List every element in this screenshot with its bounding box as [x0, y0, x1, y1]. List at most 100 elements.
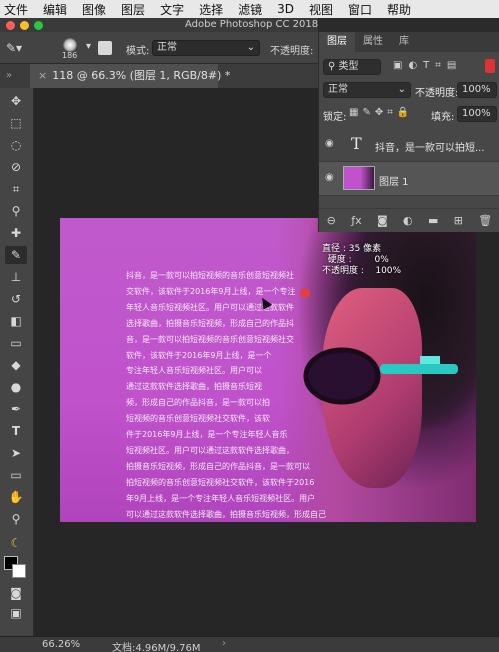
- pen-tool-icon[interactable]: ✒: [5, 400, 27, 418]
- crop-tool-icon[interactable]: ⌗: [5, 180, 27, 198]
- background-color-swatch[interactable]: [12, 564, 26, 578]
- new-layer-icon[interactable]: ⊞: [454, 214, 463, 227]
- layer-opacity-input[interactable]: 100%: [457, 82, 497, 98]
- type-tool-icon[interactable]: T: [5, 422, 27, 440]
- opacity-label: 不透明度:: [270, 46, 314, 57]
- document-tab[interactable]: × 118 @ 66.3% (图层 1, RGB/8#) *: [30, 64, 230, 88]
- menu-layer[interactable]: 图层: [121, 1, 145, 18]
- marquee-tool-icon[interactable]: ⬚: [5, 114, 27, 132]
- eraser-tool-icon[interactable]: ◧: [5, 312, 27, 330]
- tab-libraries[interactable]: 库: [391, 32, 417, 52]
- menu-select[interactable]: 选择: [199, 1, 223, 18]
- fill-input[interactable]: 100%: [457, 106, 497, 122]
- window-title: Adobe Photoshop CC 2018: [185, 19, 319, 30]
- fill-value: 100%: [462, 108, 491, 119]
- layer-filter-value: 类型: [338, 61, 359, 72]
- gradient-tool-icon[interactable]: ▭: [5, 334, 27, 352]
- menu-image[interactable]: 图像: [82, 1, 106, 18]
- new-group-icon[interactable]: ▬: [428, 214, 438, 227]
- blend-mode-value: 正常: [328, 84, 348, 95]
- document-tab-bar: » × 118 @ 66.3% (图层 1, RGB/8#) *: [0, 64, 318, 88]
- brush-preview-icon: [63, 38, 77, 52]
- mode-select[interactable]: 正常 ⌄: [152, 40, 260, 56]
- brush-info-tooltip: 直径 : 35 像素 硬度 : 0% 不透明度 : 100%: [322, 244, 402, 276]
- healing-brush-tool-icon[interactable]: ✚: [5, 224, 27, 242]
- document-canvas[interactable]: 抖音，是一款可以拍短视频的音乐创意短视频社 交软件，该软件于2016年9月上线，…: [60, 218, 476, 522]
- lasso-tool-icon[interactable]: ◌: [5, 136, 27, 154]
- chevron-down-icon: ⌄: [397, 84, 406, 95]
- filter-icons-row[interactable]: ▣◐T⌗▤: [393, 60, 462, 71]
- layer-filter-select[interactable]: ⚲ 类型: [323, 59, 381, 75]
- brush-panel-toggle[interactable]: [98, 41, 112, 55]
- chevron-down-icon[interactable]: ▾: [86, 41, 91, 52]
- menu-view[interactable]: 视图: [309, 1, 333, 18]
- link-layers-icon[interactable]: ⊖: [327, 214, 336, 227]
- blend-mode-select[interactable]: 正常 ⌄: [323, 82, 411, 98]
- screen-mode-icon[interactable]: ▣: [5, 604, 27, 622]
- menu-type[interactable]: 文字: [160, 1, 184, 18]
- document-size: 文档:4.96M/9.76M: [112, 643, 201, 652]
- minimize-window-button[interactable]: [20, 21, 29, 30]
- collapse-icon[interactable]: »: [6, 70, 12, 81]
- clone-stamp-tool-icon[interactable]: ⊥: [5, 268, 27, 286]
- menu-bar: 文件 编辑 图像 图层 文字 选择 滤镜 3D 视图 窗口 帮助: [0, 0, 499, 18]
- quick-select-tool-icon[interactable]: ⊘: [5, 158, 27, 176]
- maximize-window-button[interactable]: [34, 21, 43, 30]
- layer-opacity-value: 100%: [462, 84, 491, 95]
- rectangle-tool-icon[interactable]: ▭: [5, 466, 27, 484]
- close-tab-icon[interactable]: ×: [38, 69, 47, 82]
- eye-icon[interactable]: ◉: [325, 172, 334, 183]
- layer-row-text[interactable]: ◉ T 抖音，是一款可以拍短...: [319, 128, 499, 162]
- layers-panel: 图层 属性 库 ⚲ 类型 ▣◐T⌗▤ 正常 ⌄ 不透明度: 100% 锁定: ▦…: [318, 32, 499, 232]
- brush-tool-icon[interactable]: ✎: [5, 246, 27, 264]
- layer-style-icon[interactable]: ƒx: [351, 214, 361, 227]
- options-bar: ✎▾ 186 ▾ 模式: 正常 ⌄ 不透明度:: [0, 32, 318, 64]
- layer-name: 图层 1: [379, 177, 409, 188]
- chevron-right-icon[interactable]: ›: [222, 638, 226, 649]
- tab-layers[interactable]: 图层: [319, 32, 355, 52]
- brush-cursor-dot: [300, 288, 310, 298]
- lock-icons-row[interactable]: ▦✎✥⌗🔒: [349, 107, 413, 118]
- menu-file[interactable]: 文件: [4, 1, 28, 18]
- mode-select-value: 正常: [157, 42, 177, 53]
- search-icon: ⚲: [328, 61, 336, 72]
- window-title-bar: Adobe Photoshop CC 2018: [0, 18, 318, 32]
- trash-icon[interactable]: 🗑: [478, 214, 492, 227]
- overlay-paragraph-text: 抖音，是一款可以拍短视频的音乐创意短视频社 交软件，该软件于2016年9月上线，…: [126, 271, 326, 519]
- menu-help[interactable]: 帮助: [387, 1, 411, 18]
- chevron-down-icon: ⌄: [246, 42, 255, 53]
- path-select-tool-icon[interactable]: ➤: [5, 444, 27, 462]
- layer-name: 抖音，是一款可以拍短...: [375, 143, 485, 154]
- fill-label: 填充:: [431, 112, 455, 123]
- panel-tabs: 图层 属性 库: [319, 32, 499, 52]
- menu-3d[interactable]: 3D: [277, 2, 294, 16]
- move-tool-icon[interactable]: ✥: [5, 92, 27, 110]
- close-window-button[interactable]: [6, 21, 15, 30]
- history-brush-tool-icon[interactable]: ↺: [5, 290, 27, 308]
- status-bar: 66.26% 文档:4.96M/9.76M ›: [0, 636, 499, 652]
- adjustment-layer-icon[interactable]: ◐: [403, 214, 413, 227]
- layers-panel-footer: ⊖ ƒx ◙ ◐ ▬ ⊞ 🗑: [319, 208, 499, 232]
- zoom-tool-icon[interactable]: ⚲: [5, 510, 27, 528]
- add-mask-icon[interactable]: ◙: [377, 214, 388, 227]
- filter-toggle[interactable]: [485, 59, 495, 73]
- brush-preset-picker[interactable]: 186: [56, 36, 84, 62]
- tab-properties[interactable]: 属性: [355, 32, 391, 52]
- menu-edit[interactable]: 编辑: [43, 1, 67, 18]
- text-layer-icon: T: [351, 134, 362, 153]
- blur-tool-icon[interactable]: ◆: [5, 356, 27, 374]
- layer-opacity-label: 不透明度:: [415, 88, 459, 99]
- hand-tool-icon[interactable]: ✋: [5, 488, 27, 506]
- banana-icon: ☾: [10, 536, 22, 550]
- brush-tool-icon[interactable]: ✎▾: [6, 41, 22, 55]
- brush-size-value: 186: [62, 51, 78, 60]
- menu-filter[interactable]: 滤镜: [238, 1, 262, 18]
- quick-mask-icon[interactable]: ◙: [5, 584, 27, 602]
- dodge-tool-icon[interactable]: ●: [5, 378, 27, 396]
- lock-label: 锁定:: [323, 112, 347, 123]
- eye-icon[interactable]: ◉: [325, 138, 334, 149]
- menu-window[interactable]: 窗口: [348, 1, 372, 18]
- eyedropper-tool-icon[interactable]: ⚲: [5, 202, 27, 220]
- layer-row-pixel[interactable]: ◉ 图层 1: [319, 162, 499, 196]
- zoom-level[interactable]: 66.26%: [42, 639, 80, 650]
